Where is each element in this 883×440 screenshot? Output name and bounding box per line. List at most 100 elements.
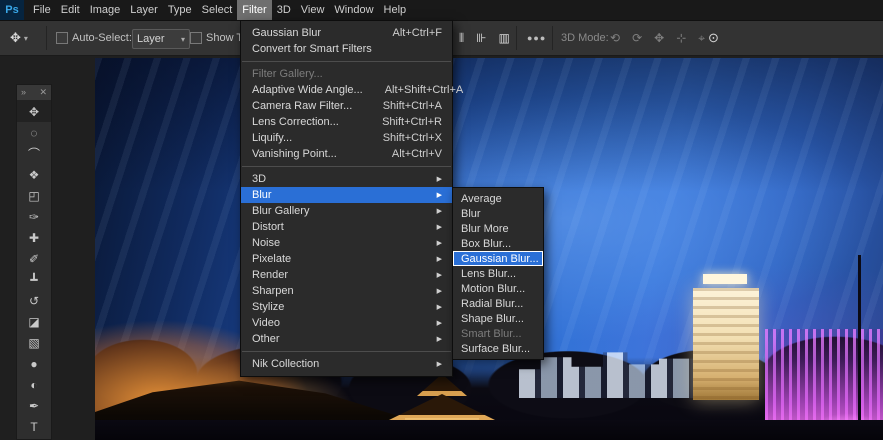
filter-menu-item-pixelate[interactable]: Pixelate▶ bbox=[241, 251, 452, 267]
menubar-item-filter[interactable]: Filter bbox=[237, 0, 271, 20]
crop-tool-icon: ◰ bbox=[28, 189, 39, 203]
show-transform-checkbox[interactable] bbox=[190, 32, 202, 44]
blur-submenu-item-gaussian-blur[interactable]: Gaussian Blur... bbox=[453, 251, 543, 266]
filter-menu-item-vanishing-point[interactable]: Vanishing Point...Alt+Ctrl+V bbox=[241, 146, 452, 162]
submenu-arrow-icon: ▶ bbox=[437, 191, 442, 199]
menu-item-label: Convert for Smart Filters bbox=[252, 43, 372, 55]
menu-item-label: Smart Blur... bbox=[461, 328, 522, 340]
eyedropper-tool[interactable]: ✑ bbox=[17, 206, 51, 227]
menubar-item-edit[interactable]: Edit bbox=[56, 0, 85, 20]
blur-submenu-item-motion-blur[interactable]: Motion Blur... bbox=[453, 281, 543, 296]
menubar-item-view[interactable]: View bbox=[296, 0, 330, 20]
distribute-vertical-centers-icon[interactable]: ⫴ bbox=[457, 31, 466, 46]
healing-brush-tool-icon: ✚ bbox=[29, 231, 39, 245]
tool-panel-header: »✕ bbox=[17, 85, 51, 101]
move-tool[interactable]: ✥ bbox=[17, 101, 51, 122]
history-brush-tool[interactable]: ↺ bbox=[17, 290, 51, 311]
filter-menu-item-convert-for-smart-filters[interactable]: Convert for Smart Filters bbox=[241, 41, 452, 57]
filter-menu-item-adaptive-wide-angle[interactable]: Adaptive Wide Angle...Alt+Shift+Ctrl+A bbox=[241, 82, 452, 98]
marquee-tool-icon: ◌ bbox=[30, 126, 37, 140]
video-camera-icon[interactable]: ⊙ bbox=[706, 21, 721, 55]
eraser-tool-icon: ◪ bbox=[28, 315, 39, 329]
blur-submenu-item-blur-more[interactable]: Blur More bbox=[453, 221, 543, 236]
filter-menu-item-filter-gallery[interactable]: Filter Gallery... bbox=[241, 66, 452, 82]
blur-submenu-item-average[interactable]: Average bbox=[453, 191, 543, 206]
blur-submenu-item-shape-blur[interactable]: Shape Blur... bbox=[453, 311, 543, 326]
menubar-item-3d[interactable]: 3D bbox=[272, 0, 296, 20]
distribute-horizontal-centers-icon[interactable]: ⊪ bbox=[474, 31, 488, 45]
menubar-item-help[interactable]: Help bbox=[379, 0, 412, 20]
blur-submenu-item-lens-blur[interactable]: Lens Blur... bbox=[453, 266, 543, 281]
quick-selection-tool[interactable]: ❖ bbox=[17, 164, 51, 185]
layer-dropdown-value: Layer bbox=[137, 33, 165, 45]
menu-item-label: Filter Gallery... bbox=[252, 68, 323, 80]
filter-menu-item-noise[interactable]: Noise▶ bbox=[241, 235, 452, 251]
blur-submenu-item-surface-blur[interactable]: Surface Blur... bbox=[453, 341, 543, 356]
auto-select-target-dropdown[interactable]: Layer ▾ bbox=[132, 29, 190, 49]
filter-menu-item-3d[interactable]: 3D▶ bbox=[241, 171, 452, 187]
menubar-item-layer[interactable]: Layer bbox=[125, 0, 163, 20]
3d-mode-icons-group: ⟲⟳✥⊹⌖ bbox=[608, 21, 707, 55]
filter-menu-item-nik-collection[interactable]: Nik Collection▶ bbox=[241, 356, 452, 372]
marquee-tool[interactable]: ◌ bbox=[17, 122, 51, 143]
clone-stamp-tool[interactable]: ┻ bbox=[17, 269, 51, 290]
filter-menu-item-liquify[interactable]: Liquify...Shift+Ctrl+X bbox=[241, 130, 452, 146]
3d-rotate-camera-icon: ⟲ bbox=[608, 31, 622, 45]
blur-submenu-item-smart-blur[interactable]: Smart Blur... bbox=[453, 326, 543, 341]
menubar-item-window[interactable]: Window bbox=[329, 0, 378, 20]
more-options-icon[interactable]: ●●● bbox=[527, 21, 546, 55]
gradient-tool-icon: ▧ bbox=[28, 336, 39, 350]
filter-menu-item-stylize[interactable]: Stylize▶ bbox=[241, 299, 452, 315]
type-tool-icon: T bbox=[30, 420, 37, 434]
tool-list: ✥ ◌ ⌒❖ ◰ ✑ ✚ ✐┻ ↺ ◪ ▧ ● ◐ ✒ T bbox=[17, 101, 51, 437]
healing-brush-tool[interactable]: ✚ bbox=[17, 227, 51, 248]
divider bbox=[552, 26, 553, 50]
menubar-item-file[interactable]: File bbox=[28, 0, 56, 20]
filter-menu-item-render[interactable]: Render▶ bbox=[241, 267, 452, 283]
eraser-tool[interactable]: ◪ bbox=[17, 311, 51, 332]
menu-item-label: Distort bbox=[252, 221, 284, 233]
type-tool[interactable]: T bbox=[17, 416, 51, 437]
filter-menu-item-blur[interactable]: Blur▶ bbox=[241, 187, 452, 203]
photo-ground bbox=[95, 420, 883, 440]
align-edges-icon[interactable]: ▥ bbox=[497, 31, 512, 45]
photo-pagoda-roof-top bbox=[417, 374, 467, 396]
lasso-tool[interactable]: ⌒ bbox=[17, 143, 51, 164]
pen-tool-icon: ✒ bbox=[29, 399, 39, 413]
history-brush-tool-icon: ↺ bbox=[29, 294, 39, 308]
gradient-tool[interactable]: ▧ bbox=[17, 332, 51, 353]
filter-menu-item-distort[interactable]: Distort▶ bbox=[241, 219, 452, 235]
filter-menu-item-blur-gallery[interactable]: Blur Gallery▶ bbox=[241, 203, 452, 219]
move-tool-option[interactable]: ✥ ▾ bbox=[8, 21, 28, 55]
filter-menu-item-sharpen[interactable]: Sharpen▶ bbox=[241, 283, 452, 299]
menu-item-label: Adaptive Wide Angle... bbox=[252, 84, 363, 96]
menubar-item-select[interactable]: Select bbox=[197, 0, 238, 20]
dodge-tool-icon: ◐ bbox=[30, 378, 37, 392]
menubar-item-type[interactable]: Type bbox=[163, 0, 197, 20]
filter-menu-item-lens-correction[interactable]: Lens Correction...Shift+Ctrl+R bbox=[241, 114, 452, 130]
menu-item-label: Lens Blur... bbox=[461, 268, 516, 280]
3d-roll-camera-icon: ⟳ bbox=[630, 31, 644, 45]
auto-select-checkbox[interactable] bbox=[56, 32, 68, 44]
menubar-item-image[interactable]: Image bbox=[85, 0, 126, 20]
3d-pan-camera-icon: ✥ bbox=[652, 31, 666, 45]
brush-tool[interactable]: ✐ bbox=[17, 248, 51, 269]
crop-tool[interactable]: ◰ bbox=[17, 185, 51, 206]
dodge-tool[interactable]: ◐ bbox=[17, 374, 51, 395]
filter-menu-item-gaussian-blur[interactable]: Gaussian BlurAlt+Ctrl+F bbox=[241, 25, 452, 41]
menu-item-label: Gaussian Blur bbox=[252, 27, 321, 39]
panel-options-icon[interactable]: ✕ bbox=[39, 85, 47, 100]
filter-menu-item-video[interactable]: Video▶ bbox=[241, 315, 452, 331]
blur-submenu-item-box-blur[interactable]: Box Blur... bbox=[453, 236, 543, 251]
blur-submenu-item-radial-blur[interactable]: Radial Blur... bbox=[453, 296, 543, 311]
filter-menu-item-other[interactable]: Other▶ bbox=[241, 331, 452, 347]
chevron-down-icon: ▾ bbox=[181, 35, 185, 44]
blur-tool[interactable]: ● bbox=[17, 353, 51, 374]
menu-item-shortcut: Shift+Ctrl+R bbox=[360, 116, 442, 128]
pen-tool[interactable]: ✒ bbox=[17, 395, 51, 416]
blur-submenu-item-blur[interactable]: Blur bbox=[453, 206, 543, 221]
filter-menu-item-camera-raw-filter[interactable]: Camera Raw Filter...Shift+Ctrl+A bbox=[241, 98, 452, 114]
blur-tool-icon: ● bbox=[30, 357, 37, 371]
collapse-panels-icon[interactable]: » bbox=[21, 85, 26, 100]
photo-hotel-sign bbox=[703, 274, 747, 284]
